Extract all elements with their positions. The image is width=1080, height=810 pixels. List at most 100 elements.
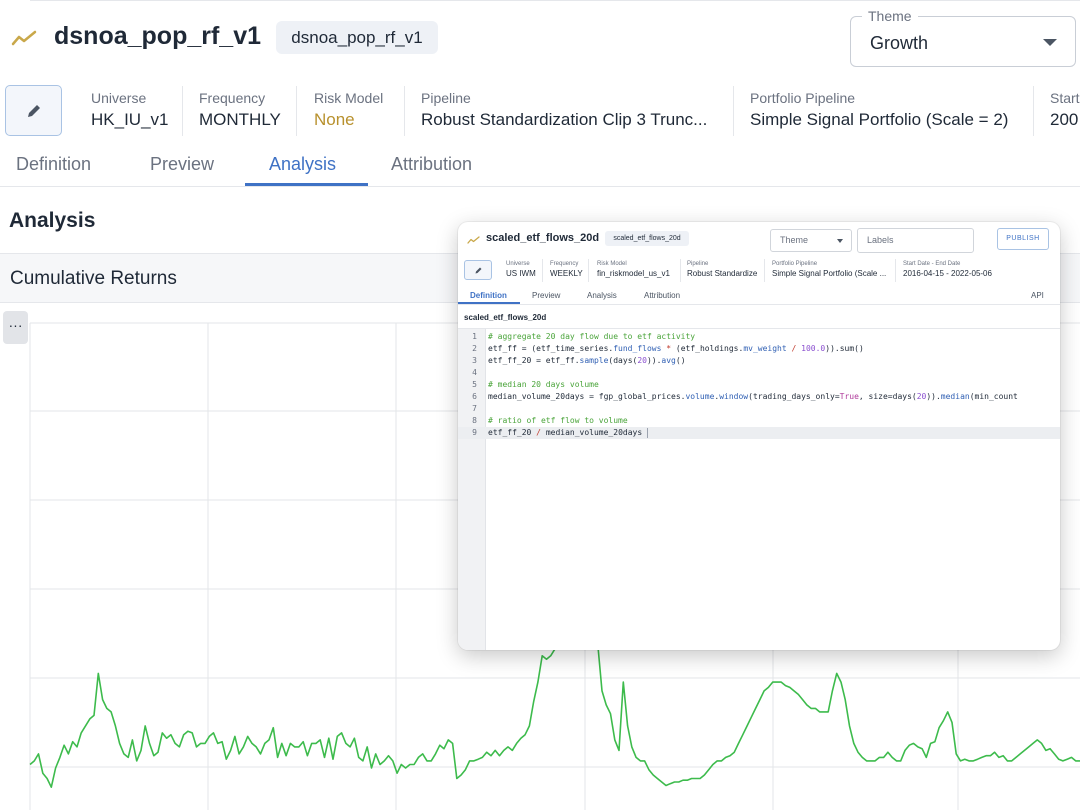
theme-select-label: Theme — [862, 8, 918, 24]
info-portfolio-pipeline: Portfolio Pipeline Simple Signal Portfol… — [750, 90, 1008, 130]
line-number: 9 — [472, 428, 477, 437]
publish-button[interactable]: PUBLISH — [997, 228, 1049, 250]
code-token: )). — [646, 356, 662, 365]
tab-attribution[interactable]: Attribution — [391, 154, 472, 175]
tab-definition[interactable]: Definition — [16, 154, 91, 175]
section-title: Analysis — [9, 209, 96, 232]
code-token: # ratio of etf flow to volume — [488, 416, 628, 425]
code-line[interactable]: 9 etf_ff_20 / median_volume_20days — [458, 427, 1060, 439]
overlay-edit-button[interactable] — [464, 260, 492, 280]
chevron-down-icon[interactable] — [1043, 39, 1057, 46]
code-editor[interactable]: 1 # aggregate 20 day flow due to etf acti… — [458, 328, 1060, 650]
overlay-tab-attribution[interactable]: Attribution — [644, 291, 680, 300]
code-text: etf_ff_20 = etf_ff.sample(days(20)).avg(… — [488, 355, 686, 367]
divider — [764, 259, 765, 282]
code-token: etf_ff_20 — [488, 428, 537, 437]
overlay-tab-definition[interactable]: Definition — [470, 291, 507, 300]
info-label: Risk Model — [597, 261, 627, 267]
definition-name: scaled_etf_flows_20d — [464, 313, 547, 322]
info-value: 2016-04-15 - 2022-05-06 — [903, 269, 992, 278]
info-value: None — [314, 110, 355, 129]
overlay-info-universe: Universe US IWM — [506, 261, 536, 278]
divider — [404, 86, 405, 136]
tabs-divider — [0, 186, 1080, 187]
info-label: Frequency — [550, 261, 579, 267]
code-token: )). — [926, 392, 941, 401]
code-line[interactable]: 6 median_volume_20days = fgp_global_price… — [458, 391, 1060, 403]
page-title: dsnoa_pop_rf_v1 — [54, 22, 262, 50]
card-title: Cumulative Returns — [10, 268, 177, 289]
info-label: Universe — [91, 90, 147, 106]
info-value: Robust Standardization Clip 3 Trunc... — [421, 110, 708, 129]
info-value: HK_IU_v1 — [91, 110, 169, 129]
overlay-tab-preview[interactable]: Preview — [532, 291, 560, 300]
code-token: )).sum() — [825, 344, 864, 353]
tabs-divider — [458, 304, 1060, 305]
code-line[interactable]: 2 etf_ff = (etf_time_series.fund_flows * … — [458, 343, 1060, 355]
divider — [542, 259, 543, 282]
code-text: # aggregate 20 day flow due to etf activ… — [488, 331, 695, 343]
info-value: fin_riskmodel_us_v1 — [597, 269, 670, 278]
code-token: 100.0 — [801, 344, 826, 353]
info-value: WEEKLY — [550, 269, 583, 278]
code-token: True — [839, 392, 859, 401]
code-line[interactable]: 8 # ratio of etf flow to volume — [458, 415, 1060, 427]
top-divider — [30, 0, 1080, 1]
code-token: (trading_days_only= — [748, 392, 840, 401]
code-text: etf_ff = (etf_time_series.fund_flows * (… — [488, 343, 864, 355]
code-line[interactable]: 1 # aggregate 20 day flow due to etf acti… — [458, 331, 1060, 343]
overlay-info-frequency: Frequency WEEKLY — [550, 261, 583, 278]
info-start: Start 200 — [1050, 90, 1080, 130]
code-token: median_volume_20days — [541, 428, 647, 437]
signal-name-chip: dsnoa_pop_rf_v1 — [276, 21, 438, 54]
line-number: 4 — [472, 368, 477, 377]
divider — [182, 86, 183, 136]
code-token: , size=days( — [858, 392, 917, 401]
code-token: 20 — [916, 392, 927, 401]
info-pipeline: Pipeline Robust Standardization Clip 3 T… — [421, 90, 707, 130]
code-token: 20 — [637, 356, 647, 365]
divider — [296, 86, 297, 136]
info-value: 200 — [1050, 110, 1079, 129]
info-label: Universe — [506, 261, 530, 267]
code-token: fund_flows — [613, 344, 662, 353]
line-number: 5 — [472, 380, 477, 389]
code-token: (etf_holdings. — [671, 344, 744, 353]
tab-preview[interactable]: Preview — [150, 154, 214, 175]
overlay-labels-input[interactable]: Labels — [857, 228, 974, 253]
code-token: median — [940, 392, 970, 401]
code-line[interactable]: 3 etf_ff_20 = etf_ff.sample(days(20)).avg… — [458, 355, 1060, 367]
overlay-tab-api[interactable]: API — [1031, 291, 1044, 300]
line-number: 8 — [472, 416, 477, 425]
overlay-info-risk-model: Risk Model fin_riskmodel_us_v1 — [597, 261, 670, 278]
line-number: 3 — [472, 356, 477, 365]
text-cursor — [646, 427, 648, 438]
info-label: Portfolio Pipeline — [772, 261, 818, 267]
more-options-button[interactable]: ··· — [3, 311, 28, 344]
overlay-tab-analysis[interactable]: Analysis — [587, 291, 617, 300]
info-label: Start — [1050, 90, 1080, 106]
code-token: (days( — [608, 356, 638, 365]
info-label: Pipeline — [687, 261, 709, 267]
code-token: # median 20 days volume — [488, 380, 599, 389]
overlay-info-dates: Start Date - End Date 2016-04-15 - 2022-… — [903, 261, 992, 278]
code-line[interactable]: 7 — [458, 403, 1060, 415]
code-token: () — [675, 356, 686, 365]
info-label: Pipeline — [421, 90, 471, 106]
code-line[interactable]: 5 # median 20 days volume — [458, 379, 1060, 391]
code-token: # aggregate 20 day flow due to etf activ… — [488, 332, 696, 341]
line-number: 6 — [472, 392, 477, 401]
edit-button[interactable] — [5, 85, 62, 136]
chevron-down-icon[interactable] — [837, 239, 843, 243]
code-line[interactable]: 4 — [458, 367, 1060, 379]
tab-analysis[interactable]: Analysis — [269, 154, 336, 175]
overlay-title: scaled_etf_flows_20d — [486, 232, 600, 244]
theme-select-value[interactable]: Growth — [870, 33, 928, 54]
info-universe: Universe HK_IU_v1 — [91, 90, 168, 130]
info-value: Simple Signal Portfolio (Scale ... — [772, 269, 887, 278]
info-label: Start Date - End Date — [903, 261, 961, 267]
signal-preview-window: scaled_etf_flows_20d scaled_etf_flows_20… — [458, 222, 1060, 650]
code-token: etf_ff = (etf_time_series. — [488, 344, 614, 353]
code-text: # ratio of etf flow to volume — [488, 415, 628, 427]
divider — [895, 259, 896, 282]
